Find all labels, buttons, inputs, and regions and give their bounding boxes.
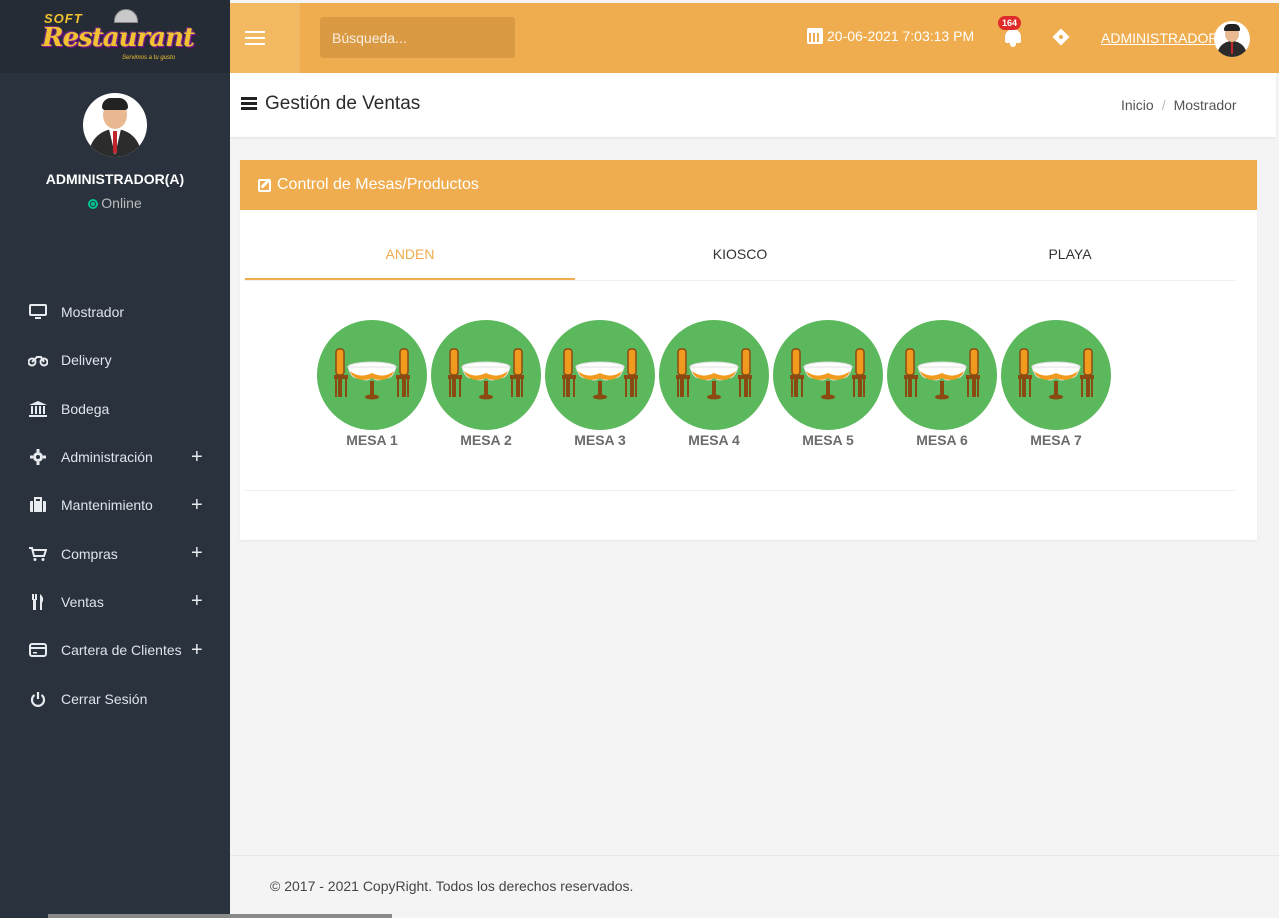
panel-header: Control de Mesas/Productos xyxy=(240,160,1257,210)
sidebar-item-label: Bodega xyxy=(61,400,110,417)
page-title-text: Gestión de Ventas xyxy=(265,93,421,114)
monitor-icon xyxy=(28,304,48,320)
sidebar-item-delivery[interactable]: Delivery xyxy=(0,336,230,384)
sidebar-item-label: Administración xyxy=(61,449,153,466)
sidebar-item-label: Cartera de Clientes xyxy=(61,642,182,659)
breadcrumb-current: Mostrador xyxy=(1173,97,1237,113)
table-label: MESA 6 xyxy=(916,432,968,448)
credit-card-icon xyxy=(28,642,48,658)
move-icon[interactable] xyxy=(1052,28,1070,46)
dining-table-icon[interactable] xyxy=(431,320,541,430)
power-icon xyxy=(28,691,48,707)
expand-icon[interactable]: + xyxy=(191,639,203,662)
dining-table-icon[interactable] xyxy=(317,320,427,430)
status-text: Online xyxy=(101,195,142,211)
dining-table-icon[interactable] xyxy=(545,320,655,430)
sidebar-item-cartera-de-clientes[interactable]: Cartera de Clientes + xyxy=(0,626,230,674)
sidebar-item-label: Mantenimiento xyxy=(61,497,153,514)
expand-icon[interactable]: + xyxy=(191,542,203,565)
breadcrumb: Inicio / Mostrador xyxy=(1121,97,1237,113)
sidebar: SOFT Restaurant Servimos a tu gusto ADMI… xyxy=(0,0,230,918)
tables-panel: Control de Mesas/Productos ANDEN KIOSCO PL… xyxy=(240,160,1257,540)
sidebar-item-label: Delivery xyxy=(61,352,112,369)
sidebar-item-label: Compras xyxy=(61,545,118,562)
user-profile: ADMINISTRADOR(A) Online xyxy=(0,73,230,288)
edit-icon xyxy=(258,178,271,192)
copyright-text: © 2017 - 2021 CopyRight. Todos los derec… xyxy=(270,878,634,894)
datetime-text: 20-06-2021 7:03:13 PM xyxy=(827,28,975,44)
dining-table-icon[interactable] xyxy=(659,320,769,430)
sidebar-item-label: Ventas xyxy=(61,593,104,610)
page-header: Gestión de Ventas Inicio / Mostrador xyxy=(230,73,1276,137)
avatar xyxy=(83,93,147,157)
brand-area: SOFT Restaurant Servimos a tu gusto xyxy=(0,0,230,73)
table-6[interactable]: MESA 6 xyxy=(885,320,999,448)
tab-playa[interactable]: PLAYA xyxy=(905,240,1235,280)
table-3[interactable]: MESA 3 xyxy=(543,320,657,448)
breadcrumb-home[interactable]: Inicio xyxy=(1121,97,1154,113)
cart-icon xyxy=(28,546,48,562)
profile-name: ADMINISTRADOR(A) xyxy=(45,171,185,187)
menu-toggle-button[interactable] xyxy=(230,3,300,73)
page-title: Gestión de Ventas xyxy=(241,93,420,115)
user-menu-link[interactable]: ADMINISTRADOR xyxy=(1101,30,1218,46)
table-label: MESA 5 xyxy=(802,432,854,448)
search-input[interactable] xyxy=(320,17,515,58)
dining-table-icon[interactable] xyxy=(1001,320,1111,430)
sidebar-item-ventas[interactable]: Ventas + xyxy=(0,578,230,626)
sidebar-item-mostrador[interactable]: Mostrador xyxy=(0,288,230,336)
table-5[interactable]: MESA 5 xyxy=(771,320,885,448)
bell-icon[interactable] xyxy=(1004,27,1022,47)
tab-kiosco[interactable]: KIOSCO xyxy=(575,240,905,280)
motorcycle-icon xyxy=(28,352,48,368)
calendar-icon xyxy=(807,28,823,44)
table-7[interactable]: MESA 7 xyxy=(999,320,1113,448)
dining-table-icon[interactable] xyxy=(773,320,883,430)
expand-icon[interactable]: + xyxy=(191,494,203,517)
logo-tagline: Servimos a tu gusto xyxy=(122,54,176,61)
expand-icon[interactable]: + xyxy=(191,590,203,613)
table-label: MESA 4 xyxy=(688,432,740,448)
topbar: 20-06-2021 7:03:13 PM 164 ADMINISTRADOR xyxy=(230,3,1279,73)
server-icon xyxy=(241,97,257,111)
table-1[interactable]: MESA 1 xyxy=(315,320,429,448)
sidebar-item-label: Cerrar Sesión xyxy=(61,690,148,707)
table-label: MESA 7 xyxy=(1030,432,1082,448)
gear-icon xyxy=(28,449,48,466)
panel-divider xyxy=(245,490,1235,491)
sidebar-item-label: Mostrador xyxy=(61,304,125,321)
expand-icon[interactable]: + xyxy=(191,446,203,469)
online-status-icon xyxy=(88,199,99,209)
sidebar-item-cerrar-sesi-n[interactable]: Cerrar Sesión xyxy=(0,674,230,722)
cloche-icon xyxy=(114,8,138,23)
table-2[interactable]: MESA 2 xyxy=(429,320,543,448)
dining-table-icon[interactable] xyxy=(887,320,997,430)
table-label: MESA 1 xyxy=(346,432,398,448)
sidebar-item-mantenimiento[interactable]: Mantenimiento + xyxy=(0,481,230,529)
user-avatar[interactable] xyxy=(1214,21,1250,57)
tables-grid: MESA 1 MESA 2 MESA 3 MESA 4 MESA 5 MESA 6 MESA… xyxy=(315,320,1113,448)
table-label: MESA 2 xyxy=(460,432,512,448)
footer: © 2017 - 2021 CopyRight. Todos los derec… xyxy=(230,855,1279,918)
cutlery-icon xyxy=(28,593,48,610)
table-label: MESA 3 xyxy=(574,432,626,448)
profile-status: Online xyxy=(0,195,230,211)
sidebar-item-compras[interactable]: Compras + xyxy=(0,529,230,577)
briefcase-icon xyxy=(28,497,48,513)
tab-anden[interactable]: ANDEN xyxy=(245,240,575,280)
area-tabs: ANDEN KIOSCO PLAYA xyxy=(245,240,1235,281)
bank-icon xyxy=(28,400,48,417)
sidebar-item-bodega[interactable]: Bodega xyxy=(0,385,230,433)
table-4[interactable]: MESA 4 xyxy=(657,320,771,448)
logo-main-text: Restaurant xyxy=(42,22,195,53)
notification-badge: 164 xyxy=(998,16,1022,30)
panel-title: Control de Mesas/Productos xyxy=(277,176,479,193)
horizontal-scrollbar[interactable] xyxy=(48,914,392,918)
sidebar-item-administraci-n[interactable]: Administración + xyxy=(0,433,230,481)
sidebar-menu: Mostrador Delivery Bodega Administración + Ma… xyxy=(0,288,230,723)
soft-restaurant-logo[interactable]: SOFT Restaurant Servimos a tu gusto xyxy=(40,8,195,65)
datetime-display: 20-06-2021 7:03:13 PM xyxy=(807,28,974,44)
